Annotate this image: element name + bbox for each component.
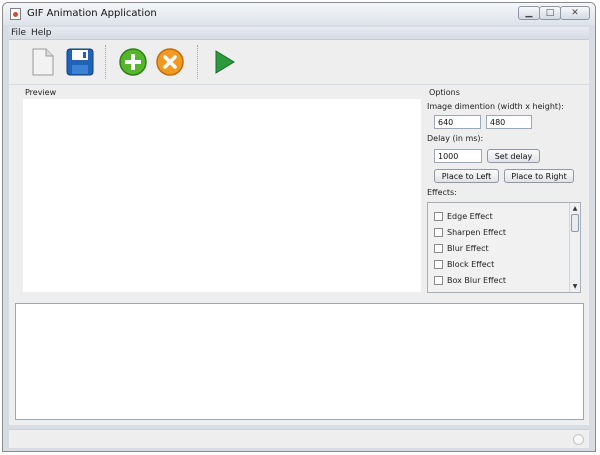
delay-input[interactable] bbox=[434, 149, 482, 163]
menu-bar: File Help bbox=[9, 27, 589, 40]
log-area[interactable] bbox=[15, 303, 584, 420]
preview-area bbox=[23, 99, 421, 292]
effect-label: Blur Effect bbox=[447, 243, 489, 253]
status-indicator-icon bbox=[573, 434, 584, 445]
toolbar bbox=[9, 40, 589, 84]
window-title: GIF Animation Application bbox=[27, 8, 157, 19]
options-panel: Options Image dimention (width x height)… bbox=[421, 85, 583, 295]
effect-label: Box Blur Effect bbox=[447, 275, 507, 285]
effect-label: Edge Effect bbox=[447, 211, 493, 221]
scroll-thumb[interactable] bbox=[571, 214, 579, 232]
effect-checkbox[interactable] bbox=[434, 227, 443, 237]
maximize-icon: □ bbox=[545, 7, 555, 18]
toolbar-separator bbox=[105, 45, 107, 79]
place-left-button[interactable]: Place to Left bbox=[434, 169, 499, 183]
new-document-button[interactable] bbox=[27, 46, 59, 78]
effect-item[interactable]: Sharpen Effect bbox=[434, 226, 506, 238]
save-icon bbox=[66, 48, 94, 76]
new-document-icon bbox=[32, 48, 54, 76]
options-title: Options bbox=[429, 88, 460, 97]
maximize-button[interactable]: □ bbox=[539, 6, 561, 20]
effect-item[interactable]: Blur Effect bbox=[434, 242, 489, 254]
effects-label: Effects: bbox=[427, 188, 457, 197]
add-icon bbox=[119, 48, 147, 76]
effects-list[interactable]: Edge Effect Sharpen Effect Blur Effect B… bbox=[427, 202, 581, 293]
effect-label: Sharpen Effect bbox=[447, 227, 506, 237]
effect-item[interactable]: Box Blur Effect bbox=[434, 274, 506, 286]
close-icon: ✕ bbox=[571, 7, 579, 18]
app-icon bbox=[10, 8, 21, 20]
menu-help[interactable]: Help bbox=[31, 28, 52, 38]
add-button[interactable] bbox=[117, 46, 149, 78]
effect-checkbox[interactable] bbox=[434, 243, 443, 253]
effect-checkbox[interactable] bbox=[434, 275, 443, 285]
effects-scrollbar[interactable]: ▲ ▼ bbox=[569, 203, 580, 292]
height-input[interactable] bbox=[486, 115, 532, 129]
toolbar-separator bbox=[197, 45, 199, 79]
effect-item[interactable]: Block Effect bbox=[434, 258, 494, 270]
menu-file[interactable]: File bbox=[11, 28, 26, 38]
minimize-icon: ▁ bbox=[525, 7, 533, 18]
scroll-down-icon[interactable]: ▼ bbox=[570, 282, 580, 291]
effect-checkbox[interactable] bbox=[434, 211, 443, 221]
status-bar bbox=[9, 429, 589, 448]
remove-button[interactable] bbox=[154, 46, 186, 78]
place-right-button[interactable]: Place to Right bbox=[504, 169, 574, 183]
close-button[interactable]: ✕ bbox=[560, 6, 590, 20]
play-icon bbox=[215, 50, 235, 74]
minimize-button[interactable]: ▁ bbox=[518, 6, 540, 20]
remove-icon bbox=[156, 48, 184, 76]
scroll-up-icon[interactable]: ▲ bbox=[570, 204, 580, 213]
effect-checkbox[interactable] bbox=[434, 259, 443, 269]
preview-label: Preview bbox=[25, 88, 57, 97]
play-button[interactable] bbox=[207, 46, 239, 78]
width-input[interactable] bbox=[434, 115, 481, 129]
title-bar: GIF Animation Application ▁ □ ✕ bbox=[3, 3, 595, 25]
app-window: GIF Animation Application ▁ □ ✕ File Hel… bbox=[2, 2, 596, 452]
delay-label: Delay (in ms): bbox=[427, 134, 484, 143]
effect-item[interactable]: Edge Effect bbox=[434, 210, 493, 222]
dimension-label: Image dimention (width x height): bbox=[427, 102, 564, 111]
set-delay-button[interactable]: Set delay bbox=[487, 149, 540, 163]
save-button[interactable] bbox=[64, 46, 96, 78]
effect-label: Block Effect bbox=[447, 259, 495, 269]
